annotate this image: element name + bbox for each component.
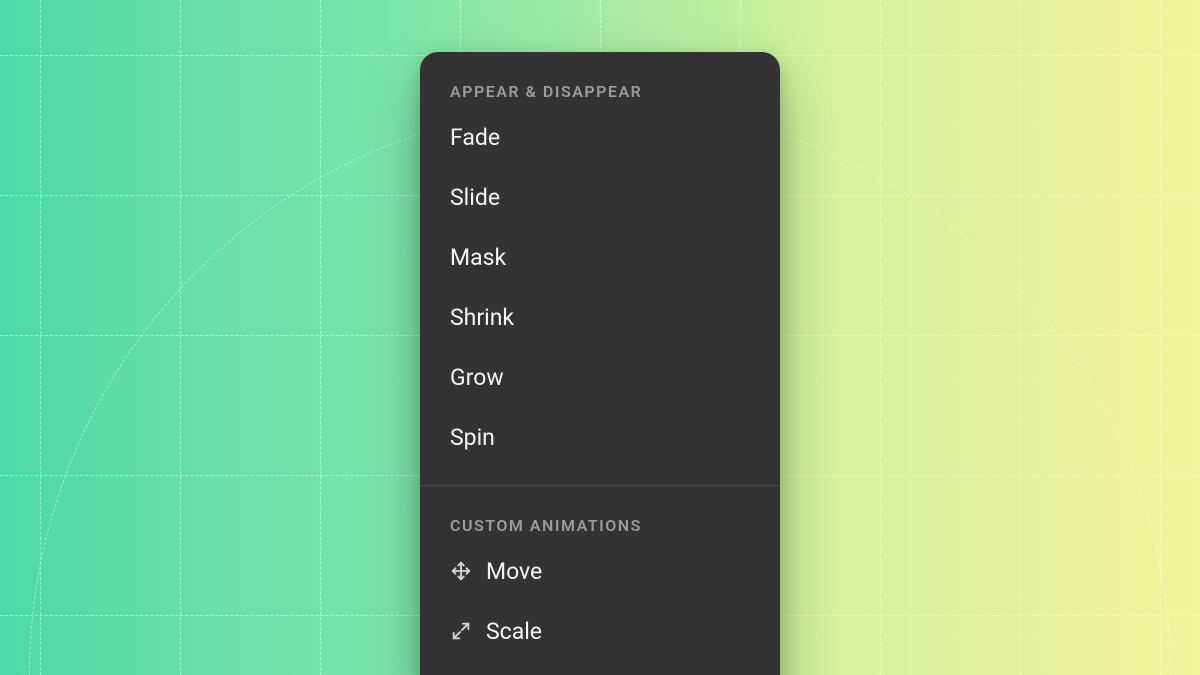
stage-background: APPEAR & DISAPPEAR Fade Slide Mask Shrin… [0, 0, 1200, 675]
menu-item-label: Fade [450, 124, 500, 151]
menu-item-mask[interactable]: Mask [450, 227, 750, 287]
menu-item-move[interactable]: Move [450, 541, 750, 601]
menu-item-label: Mask [450, 244, 506, 271]
menu-item-label: Shrink [450, 304, 514, 331]
menu-item-shrink[interactable]: Shrink [450, 287, 750, 347]
menu-item-label: Scale [486, 618, 542, 645]
menu-item-spin[interactable]: Spin [450, 407, 750, 467]
section-title-appear-disappear: APPEAR & DISAPPEAR [450, 52, 750, 107]
move-icon [450, 560, 472, 582]
menu-item-label: Spin [450, 424, 495, 451]
animation-menu-panel: APPEAR & DISAPPEAR Fade Slide Mask Shrin… [420, 52, 780, 675]
scale-icon [450, 620, 472, 642]
menu-item-label: Slide [450, 184, 500, 211]
menu-item-label: Grow [450, 364, 504, 391]
section-title-custom-animations: CUSTOM ANIMATIONS [450, 486, 750, 541]
menu-item-label: Move [486, 558, 542, 585]
section-appear-disappear: APPEAR & DISAPPEAR Fade Slide Mask Shrin… [420, 52, 780, 467]
menu-item-scale[interactable]: Scale [450, 601, 750, 661]
menu-item-fade[interactable]: Fade [450, 107, 750, 167]
menu-item-slide[interactable]: Slide [450, 167, 750, 227]
section-custom-animations: CUSTOM ANIMATIONS [420, 486, 780, 661]
menu-item-grow[interactable]: Grow [450, 347, 750, 407]
